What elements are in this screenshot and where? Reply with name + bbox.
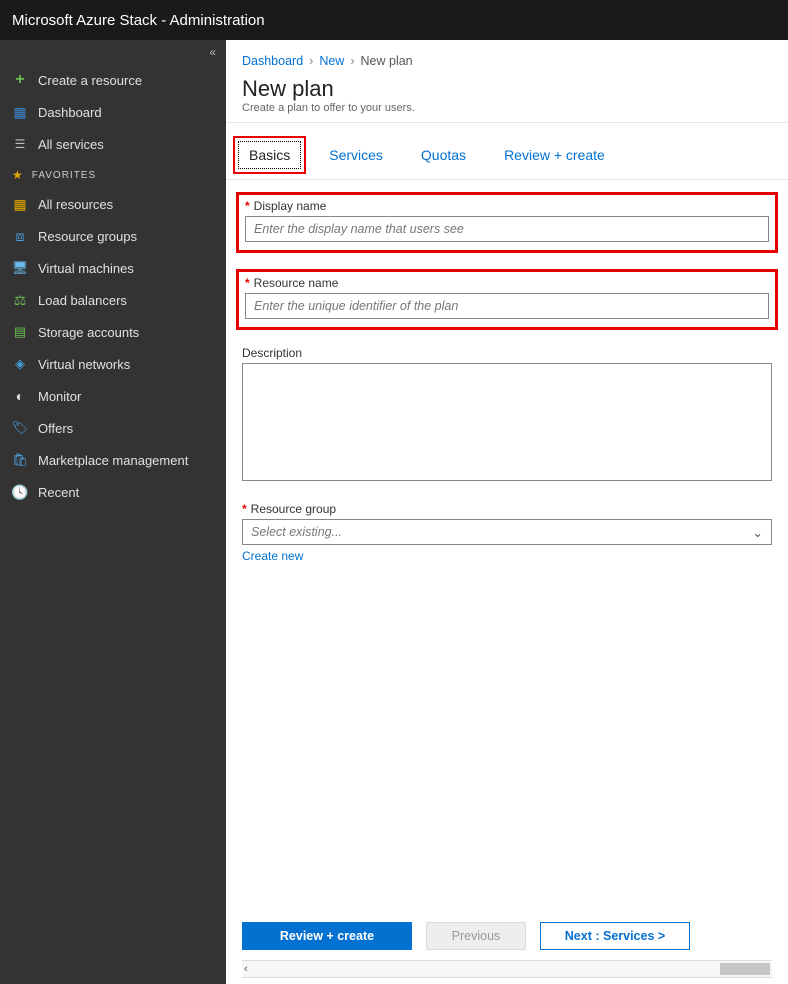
sidebar-item-virtual-networks[interactable]: ◈ Virtual networks	[0, 348, 226, 380]
sidebar-dashboard[interactable]: ▦ Dashboard	[0, 96, 226, 128]
sidebar-label: Virtual machines	[38, 261, 134, 276]
review-create-button[interactable]: Review + create	[242, 922, 412, 950]
sidebar-label: Create a resource	[38, 73, 142, 88]
plus-icon: +	[12, 72, 28, 88]
sidebar-item-load-balancers[interactable]: ⚖ Load balancers	[0, 284, 226, 316]
sidebar-label: Monitor	[38, 389, 81, 404]
sidebar-item-virtual-machines[interactable]: 🖥 Virtual machines	[0, 252, 226, 284]
scrollbar-thumb[interactable]	[720, 963, 770, 975]
tab-services[interactable]: Services	[319, 141, 393, 169]
sidebar-all-services[interactable]: ☰ All services	[0, 128, 226, 160]
sidebar-item-marketplace[interactable]: 🛍 Marketplace management	[0, 444, 226, 476]
dashboard-icon: ▦	[12, 104, 28, 120]
sidebar-label: Recent	[38, 485, 79, 500]
sidebar-item-offers[interactable]: 🏷 Offers	[0, 412, 226, 444]
main-content: Dashboard › New › New plan New plan Crea…	[226, 40, 788, 984]
grid-icon: ▦	[12, 196, 28, 212]
horizontal-scrollbar[interactable]: ‹	[242, 960, 772, 978]
sidebar: « + Create a resource ▦ Dashboard ☰ All …	[0, 40, 226, 984]
tab-quotas[interactable]: Quotas	[411, 141, 476, 169]
tabs: Basics Services Quotas Review + create	[226, 123, 788, 169]
clock-icon: 🕓	[12, 484, 28, 500]
resource-group-group: * Resource group Select existing... ⌄ Cr…	[242, 502, 772, 565]
required-indicator: *	[242, 502, 247, 516]
sidebar-label: Virtual networks	[38, 357, 130, 372]
load-balancer-icon: ⚖	[12, 292, 28, 308]
sidebar-label: Load balancers	[38, 293, 127, 308]
vm-icon: 🖥	[12, 260, 28, 276]
sidebar-label: Offers	[38, 421, 73, 436]
breadcrumb-dashboard[interactable]: Dashboard	[242, 54, 303, 68]
sidebar-label: Dashboard	[38, 105, 102, 120]
tag-icon: 🏷	[12, 420, 28, 436]
network-icon: ◈	[12, 356, 28, 372]
sidebar-item-resource-groups[interactable]: ⧈ Resource groups	[0, 220, 226, 252]
breadcrumb: Dashboard › New › New plan	[226, 40, 788, 74]
shopping-bag-icon: 🛍	[12, 452, 28, 468]
description-label: Description	[242, 346, 302, 360]
monitor-icon: ◐	[12, 388, 28, 404]
resource-name-label: Resource name	[254, 276, 339, 290]
breadcrumb-new[interactable]: New	[319, 54, 344, 68]
sidebar-label: All resources	[38, 197, 113, 212]
required-indicator: *	[245, 199, 250, 213]
select-placeholder: Select existing...	[251, 525, 342, 539]
chevron-left-icon: «	[209, 45, 216, 59]
resource-name-input[interactable]	[245, 293, 769, 319]
tab-review-create[interactable]: Review + create	[494, 141, 615, 169]
tab-basics[interactable]: Basics	[238, 141, 301, 169]
display-name-group: * Display name	[236, 192, 778, 253]
scroll-left-icon: ‹	[244, 963, 248, 975]
cube-icon: ⧈	[12, 228, 28, 244]
page-title: New plan	[242, 76, 772, 102]
footer-actions: Review + create Previous Next : Services…	[226, 904, 788, 960]
sidebar-item-recent[interactable]: 🕓 Recent	[0, 476, 226, 508]
display-name-input[interactable]	[245, 216, 769, 242]
resource-group-select[interactable]: Select existing... ⌄	[242, 519, 772, 545]
app-title: Microsoft Azure Stack - Administration	[12, 12, 265, 29]
page-subtitle: Create a plan to offer to your users.	[242, 102, 772, 114]
chevron-right-icon: ›	[350, 54, 354, 68]
breadcrumb-current: New plan	[361, 54, 413, 68]
required-indicator: *	[245, 276, 250, 290]
description-group: Description	[242, 346, 772, 486]
create-new-link[interactable]: Create new	[242, 549, 303, 563]
chevron-right-icon: ›	[309, 54, 313, 68]
list-icon: ☰	[12, 136, 28, 152]
app-title-bar: Microsoft Azure Stack - Administration	[0, 0, 788, 40]
sidebar-item-storage-accounts[interactable]: ▤ Storage accounts	[0, 316, 226, 348]
sidebar-label: Storage accounts	[38, 325, 139, 340]
sidebar-item-monitor[interactable]: ◐ Monitor	[0, 380, 226, 412]
sidebar-create-resource[interactable]: + Create a resource	[0, 64, 226, 96]
resource-group-label: Resource group	[251, 502, 336, 516]
description-input[interactable]	[242, 363, 772, 481]
star-icon: ★	[12, 168, 24, 182]
next-services-button[interactable]: Next : Services >	[540, 922, 690, 950]
storage-icon: ▤	[12, 324, 28, 340]
sidebar-label: Marketplace management	[38, 453, 188, 468]
sidebar-label: All services	[38, 137, 104, 152]
previous-button: Previous	[426, 922, 526, 950]
sidebar-item-all-resources[interactable]: ▦ All resources	[0, 188, 226, 220]
display-name-label: Display name	[254, 199, 327, 213]
chevron-down-icon: ⌄	[753, 525, 763, 540]
sidebar-label: Resource groups	[38, 229, 137, 244]
collapse-sidebar-button[interactable]: «	[0, 40, 226, 64]
resource-name-group: * Resource name	[236, 269, 778, 330]
favorites-header: ★ FAVORITES	[0, 160, 226, 188]
